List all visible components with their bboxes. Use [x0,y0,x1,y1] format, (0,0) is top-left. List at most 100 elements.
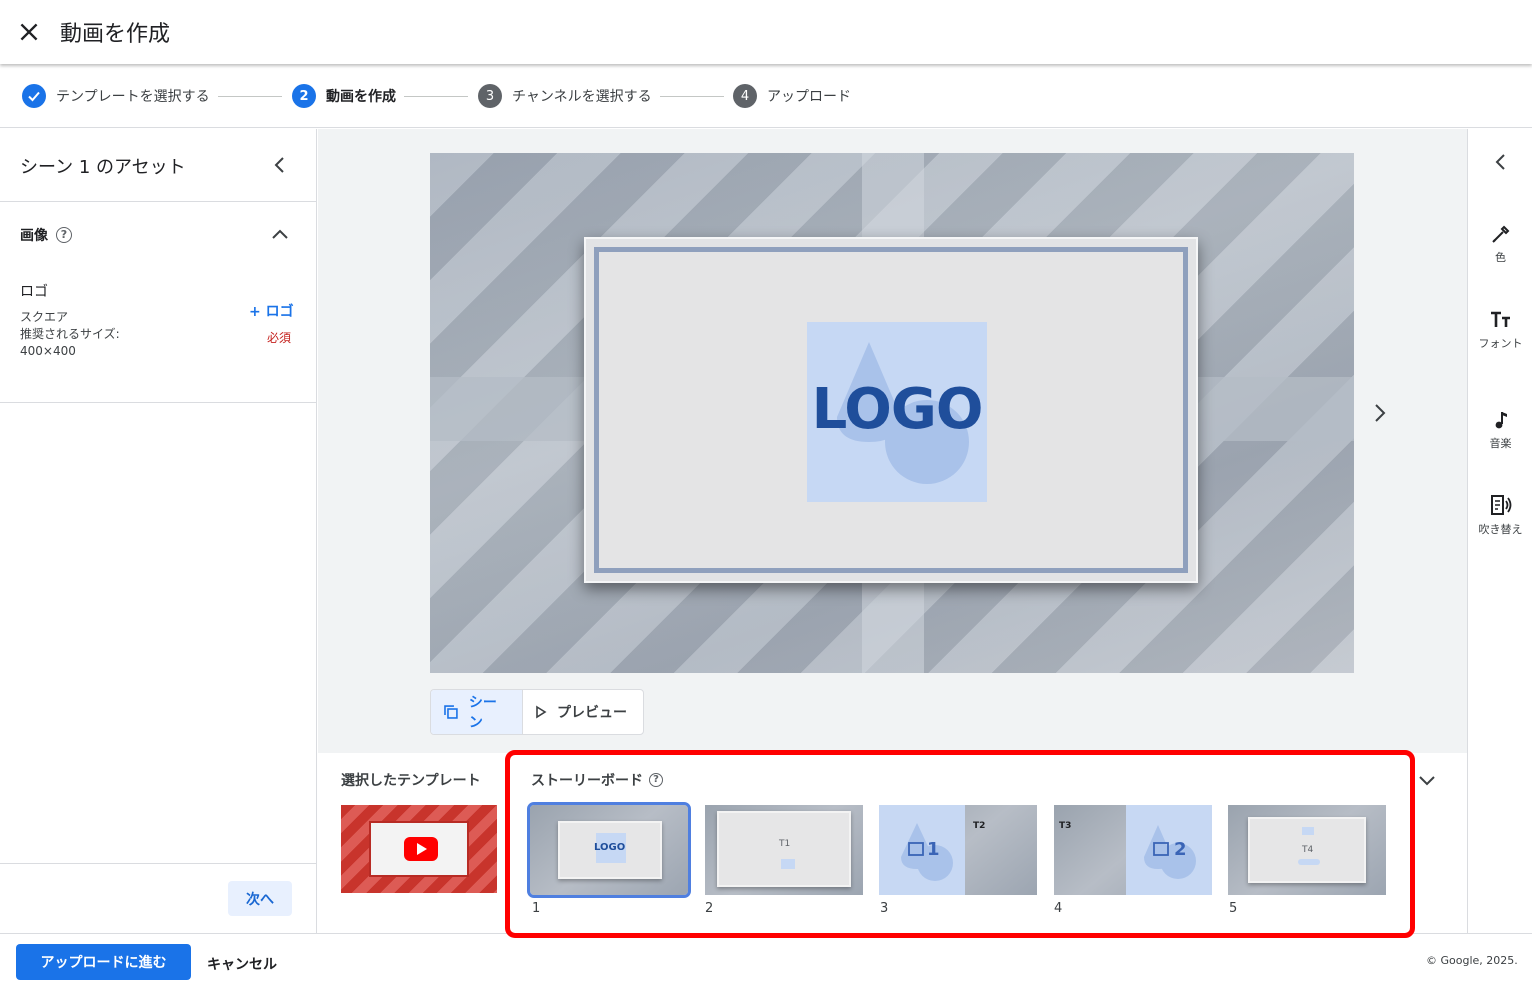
logo-text: LOGO [811,377,984,442]
view-toggle: シーン プレビュー [430,689,644,735]
font-tool-label: フォント [1478,337,1523,350]
step-label: テンプレートを選択する [56,89,210,105]
app-header: 動画を作成 [0,0,1532,64]
music-note-icon [1495,412,1507,429]
storyboard-scene-2[interactable]: T1 [705,805,863,895]
voiceover-tool-label: 吹き替え [1478,523,1523,536]
scene-big-number: 1 [927,839,940,860]
music-tool-label: 音楽 [1489,437,1512,450]
divider [0,402,316,403]
chevron-down-icon[interactable] [1416,769,1438,791]
logo-placeholder [1302,827,1314,835]
logo-shape: スクエア [20,310,69,324]
step-number: 4 [733,84,757,108]
step-connector [660,96,724,97]
scene-card: LOGO [558,821,662,879]
help-icon[interactable]: ? [56,227,72,243]
storyboard-scene-3[interactable]: 1 T2 [879,805,1037,895]
font-icon [1490,311,1510,327]
voiceover-icon [1490,495,1511,515]
required-badge: 必須 [267,331,292,345]
scene-number: 2 [705,901,714,916]
recommended-size-label: 推奨されるサイズ: [20,327,120,341]
play-icon [536,705,547,719]
droplet-icon [1144,825,1196,879]
scene-number: 3 [880,901,889,916]
logo-placeholder [781,859,795,869]
scene-text: T3 [1059,821,1072,831]
logo-placeholder[interactable]: LOGO [807,322,987,502]
scene-number: 1 [532,901,541,916]
add-logo-button[interactable]: + ロゴ [249,301,294,321]
step-upload[interactable]: 4 アップロード [733,84,851,108]
scene-number: 5 [1229,901,1238,916]
step-connector [404,96,468,97]
divider [0,863,316,864]
step-select-channel[interactable]: 3 チャンネルを選択する [478,84,652,108]
scene-text: LOGO [594,842,626,853]
copyright: © Google, 2025. [1426,954,1518,967]
logo-description: スクエア 推奨されるサイズ: 400×400 [20,309,120,360]
scene-tab-label: シーン [468,695,497,731]
logo-label: ロゴ [20,284,48,300]
scene-card: T4 [1248,817,1366,883]
step-label: 動画を作成 [326,89,396,105]
scene-number: 4 [1054,901,1063,916]
right-tool-rail: 色 フォント 音楽 吹き替え [1467,129,1532,933]
scene-text: T1 [779,839,791,849]
chevron-left-icon[interactable] [1490,151,1512,173]
preview-card: LOGO [584,237,1198,583]
storyboard-scene-4[interactable]: 2 T3 [1054,805,1212,895]
storyboard-label: ストーリーボード [531,773,643,789]
step-create-video[interactable]: 2 動画を作成 [292,84,396,108]
preview-area: LOGO シーン プレビュー [318,129,1467,753]
template-card [369,821,469,877]
scene-tab[interactable]: シーン [431,690,523,734]
chevron-up-icon[interactable] [270,225,290,245]
selected-template-thumbnail[interactable] [341,805,497,893]
storyboard-area: 選択したテンプレート ストーリーボード ? LOGO 1 T1 2 1 T2 3… [318,753,1467,933]
step-select-template[interactable]: テンプレートを選択する [22,84,210,108]
scenes-icon [444,705,458,719]
image-section-label: 画像 [20,228,48,244]
color-tool[interactable]: 色 [1468,223,1532,264]
youtube-logo-icon [404,837,438,861]
next-button[interactable]: 次へ [228,881,292,916]
recommended-size: 400×400 [20,344,76,358]
droplet-icon [901,823,953,881]
music-tool[interactable]: 音楽 [1468,409,1532,450]
font-tool[interactable]: フォント [1468,309,1532,350]
chevron-left-icon[interactable] [270,155,290,175]
stepper: テンプレートを選択する 2 動画を作成 3 チャンネルを選択する 4 アップロー… [0,64,1532,128]
selected-template-label: 選択したテンプレート [341,773,481,789]
color-tool-label: 色 [1495,251,1506,264]
scene-preview: LOGO [430,153,1354,673]
voiceover-tool[interactable]: 吹き替え [1468,493,1532,536]
close-icon[interactable] [16,19,42,45]
help-icon[interactable]: ? [649,773,663,787]
step-label: チャンネルを選択する [512,89,652,105]
footer: アップロードに進む キャンセル © Google, 2025. [0,933,1532,981]
step-number: 2 [292,84,316,108]
play-icon [417,843,427,855]
preview-tab[interactable]: プレビュー [523,690,643,734]
storyboard-scene-5[interactable]: T4 [1228,805,1386,895]
chevron-right-icon[interactable] [1368,401,1392,425]
storyboard-scene-1[interactable]: LOGO [527,802,691,898]
scene-card: T1 [717,811,851,887]
proceed-to-upload-button[interactable]: アップロードに進む [16,944,191,980]
preview-card-frame: LOGO [594,247,1188,573]
scene-text: T2 [973,821,986,831]
step-number: 3 [478,84,502,108]
cancel-button[interactable]: キャンセル [207,954,277,974]
asset-panel: シーン 1 のアセット 画像 ? ロゴ スクエア 推奨されるサイズ: 400×4… [0,129,317,933]
scene-text: T4 [1302,845,1314,855]
storyboard-title: ストーリーボード ? [531,770,663,790]
step-connector [218,96,282,97]
preview-tab-label: プレビュー [557,705,627,721]
step-label: アップロード [767,89,851,105]
divider [0,201,316,202]
page-title: 動画を作成 [60,22,171,47]
color-picker-icon [1491,225,1509,243]
check-icon [22,84,46,108]
